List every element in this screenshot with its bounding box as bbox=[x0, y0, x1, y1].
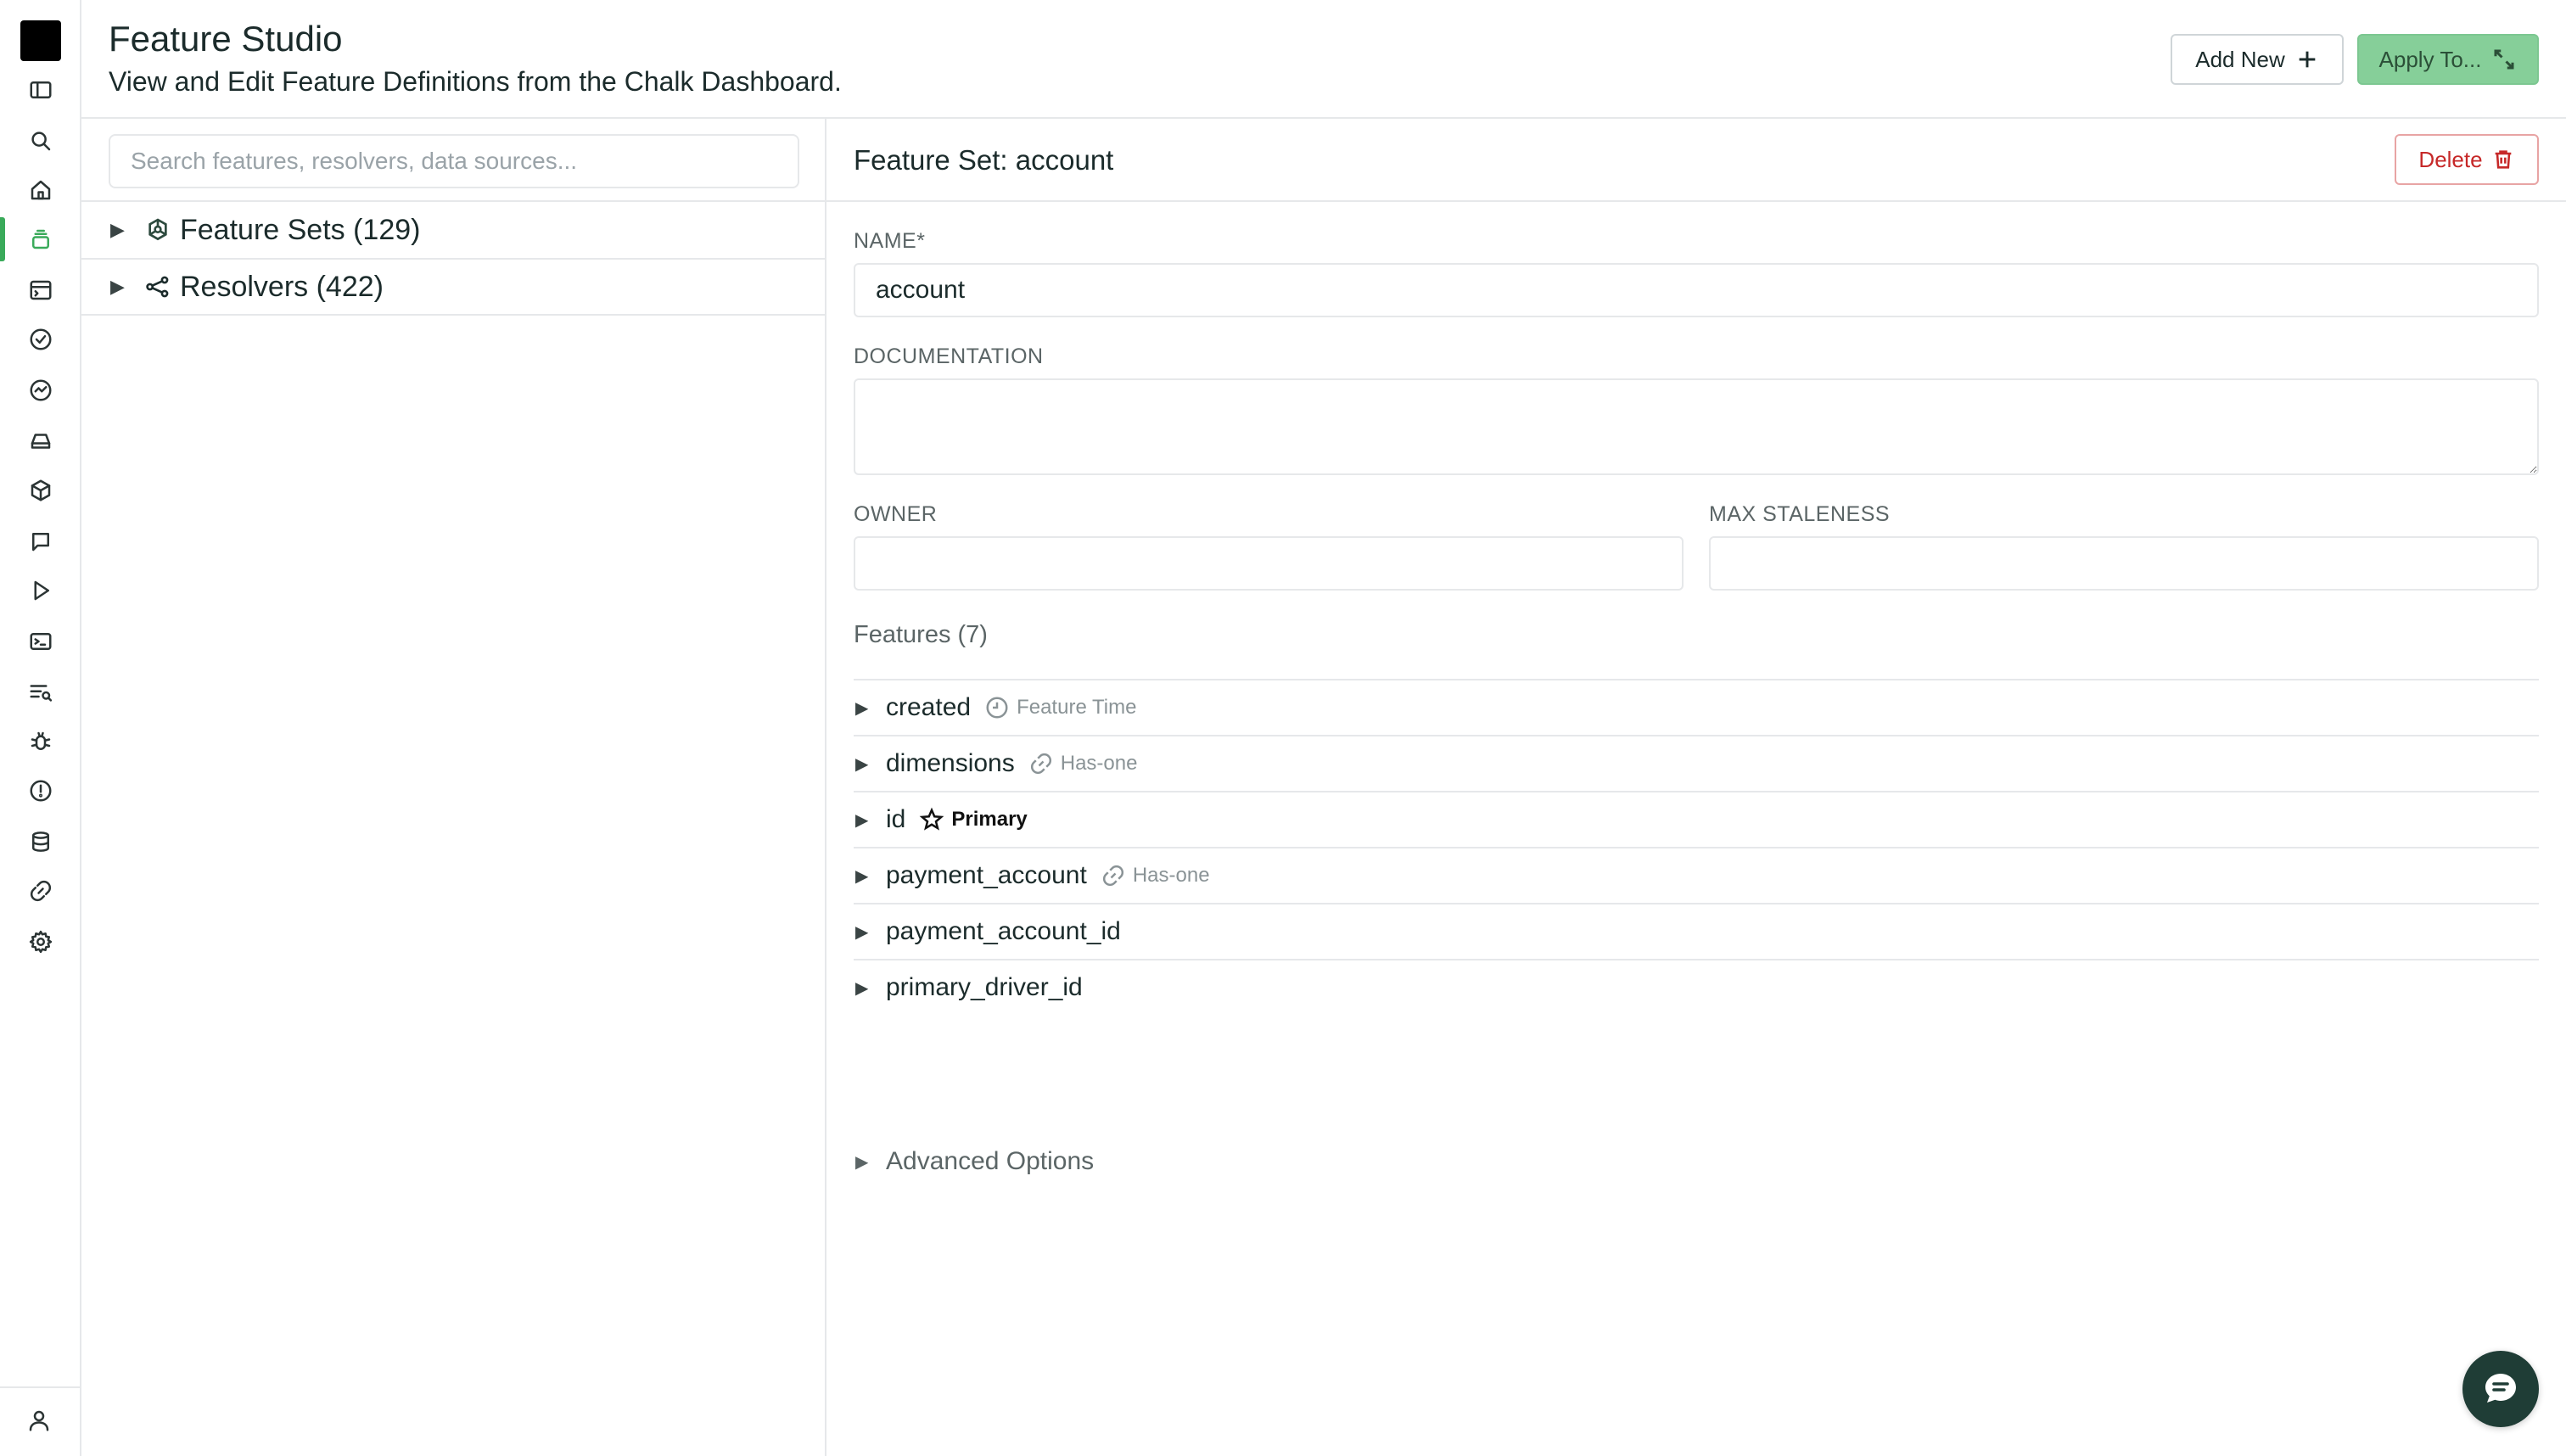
tree-item-label: Feature Sets (129) bbox=[180, 213, 421, 246]
add-new-button[interactable]: Add New bbox=[2171, 34, 2344, 85]
expand-triangle-icon[interactable]: ▶ bbox=[854, 697, 886, 719]
cube-icon[interactable] bbox=[24, 473, 58, 507]
expand-triangle-icon[interactable]: ▶ bbox=[854, 809, 886, 831]
link-icon bbox=[1030, 753, 1051, 775]
link-icon[interactable] bbox=[24, 874, 58, 908]
expand-triangle-icon[interactable]: ▶ bbox=[110, 276, 136, 298]
page-title: Feature Studio bbox=[109, 19, 343, 59]
check-circle-icon[interactable] bbox=[24, 322, 58, 356]
sidebar-toggle-icon[interactable] bbox=[24, 73, 58, 107]
clock-icon bbox=[986, 697, 1008, 719]
tree-item-label: Resolvers (422) bbox=[180, 270, 384, 303]
sidebar-divider bbox=[0, 1386, 81, 1388]
owner-field[interactable] bbox=[854, 536, 1684, 591]
feature-store-icon[interactable] bbox=[24, 222, 58, 256]
feature-row-created[interactable]: ▶ created Feature Time bbox=[854, 679, 2539, 735]
link-icon bbox=[1102, 865, 1123, 887]
sidebar-nav bbox=[0, 0, 81, 1456]
page-header: Feature Studio View and Edit Feature Def… bbox=[81, 0, 2566, 119]
max-staleness-label: MAX STALENESS bbox=[1709, 502, 1891, 526]
database-icon[interactable] bbox=[24, 825, 58, 859]
feature-set-detail: Feature Set: account Delete NAME* DOCUME… bbox=[826, 119, 2566, 1456]
advanced-options-toggle[interactable]: ▶ Advanced Options bbox=[854, 1147, 1094, 1176]
feature-row-id[interactable]: ▶ id Primary bbox=[854, 791, 2539, 847]
star-icon bbox=[920, 807, 944, 831]
plus-icon bbox=[2299, 51, 2316, 68]
feature-browser-panel: ▶ Feature Sets (129) ▶ Resolvers (422) bbox=[81, 119, 826, 1456]
feature-set-title: Feature Set: account bbox=[854, 144, 1114, 176]
expand-triangle-icon[interactable]: ▶ bbox=[110, 219, 136, 241]
dashboard-icon[interactable] bbox=[24, 273, 58, 307]
badge-label: Has-one bbox=[1132, 864, 1210, 887]
max-staleness-field[interactable] bbox=[1709, 536, 2539, 591]
gear-icon[interactable] bbox=[24, 925, 58, 959]
feature-name: primary_driver_id bbox=[886, 973, 1083, 1001]
badge-label: Feature Time bbox=[1017, 696, 1137, 719]
play-icon[interactable] bbox=[24, 574, 58, 608]
has-one-badge: Has-one bbox=[1101, 863, 1210, 888]
tree-item-resolvers[interactable]: ▶ Resolvers (422) bbox=[81, 258, 825, 316]
activity-icon[interactable] bbox=[24, 373, 58, 407]
documentation-label: DOCUMENTATION bbox=[854, 344, 1044, 368]
feature-set-icon bbox=[148, 218, 167, 241]
primary-badge: Primary bbox=[919, 807, 1028, 832]
resolver-icon bbox=[146, 276, 169, 298]
badge-label: Has-one bbox=[1060, 752, 1138, 775]
feature-row-payment-account[interactable]: ▶ payment_account Has-one bbox=[854, 847, 2539, 903]
trash-icon bbox=[2495, 150, 2511, 169]
feature-name: created bbox=[886, 693, 972, 721]
owner-label: OWNER bbox=[854, 502, 938, 526]
page-subtitle: View and Edit Feature Definitions from t… bbox=[109, 66, 842, 97]
expand-triangle-icon[interactable]: ▶ bbox=[854, 753, 886, 775]
feature-row-dimensions[interactable]: ▶ dimensions Has-one bbox=[854, 735, 2539, 791]
search-input[interactable] bbox=[109, 134, 799, 188]
features-heading: Features (7) bbox=[854, 621, 988, 648]
chat-support-button[interactable] bbox=[2462, 1351, 2539, 1427]
search-icon[interactable] bbox=[24, 124, 58, 158]
user-icon[interactable] bbox=[22, 1403, 56, 1437]
expand-triangle-icon[interactable]: ▶ bbox=[854, 865, 886, 887]
storage-icon[interactable] bbox=[24, 424, 58, 458]
add-new-label: Add New bbox=[2195, 46, 2285, 72]
expand-triangle-icon[interactable]: ▶ bbox=[854, 1151, 886, 1173]
detail-header: Feature Set: account Delete bbox=[826, 119, 2566, 202]
terminal-icon[interactable] bbox=[24, 624, 58, 658]
feature-row-primary-driver-id[interactable]: ▶ primary_driver_id bbox=[854, 959, 2539, 1015]
expand-triangle-icon[interactable]: ▶ bbox=[854, 921, 886, 943]
bug-icon[interactable] bbox=[24, 725, 58, 759]
apply-to-label: Apply To... bbox=[2378, 46, 2482, 72]
feature-time-badge: Feature Time bbox=[984, 695, 1136, 720]
feature-name: dimensions bbox=[886, 749, 1015, 777]
active-nav-indicator bbox=[0, 217, 5, 261]
delete-label: Delete bbox=[2418, 146, 2483, 172]
documentation-field[interactable] bbox=[854, 378, 2539, 475]
expand-triangle-icon[interactable]: ▶ bbox=[854, 977, 886, 999]
expand-arrows-icon bbox=[2494, 49, 2514, 70]
feature-name: id bbox=[886, 805, 906, 833]
feature-row-payment-account-id[interactable]: ▶ payment_account_id bbox=[854, 903, 2539, 959]
chat-bubble-icon bbox=[2485, 1374, 2516, 1403]
badge-label: Primary bbox=[951, 808, 1028, 831]
query-list-icon[interactable] bbox=[24, 675, 58, 709]
home-icon[interactable] bbox=[24, 173, 58, 207]
comment-icon[interactable] bbox=[24, 524, 58, 558]
has-one-badge: Has-one bbox=[1028, 751, 1138, 776]
alert-icon[interactable] bbox=[24, 774, 58, 808]
tree-item-feature-sets[interactable]: ▶ Feature Sets (129) bbox=[81, 200, 825, 258]
apply-to-button[interactable]: Apply To... bbox=[2357, 34, 2539, 85]
name-label: NAME* bbox=[854, 229, 926, 253]
feature-name: payment_account bbox=[886, 861, 1087, 889]
delete-button[interactable]: Delete bbox=[2395, 134, 2539, 185]
feature-name: payment_account_id bbox=[886, 917, 1121, 945]
advanced-options-label: Advanced Options bbox=[886, 1147, 1095, 1175]
app-logo[interactable] bbox=[20, 20, 61, 61]
name-field[interactable] bbox=[854, 263, 2539, 317]
